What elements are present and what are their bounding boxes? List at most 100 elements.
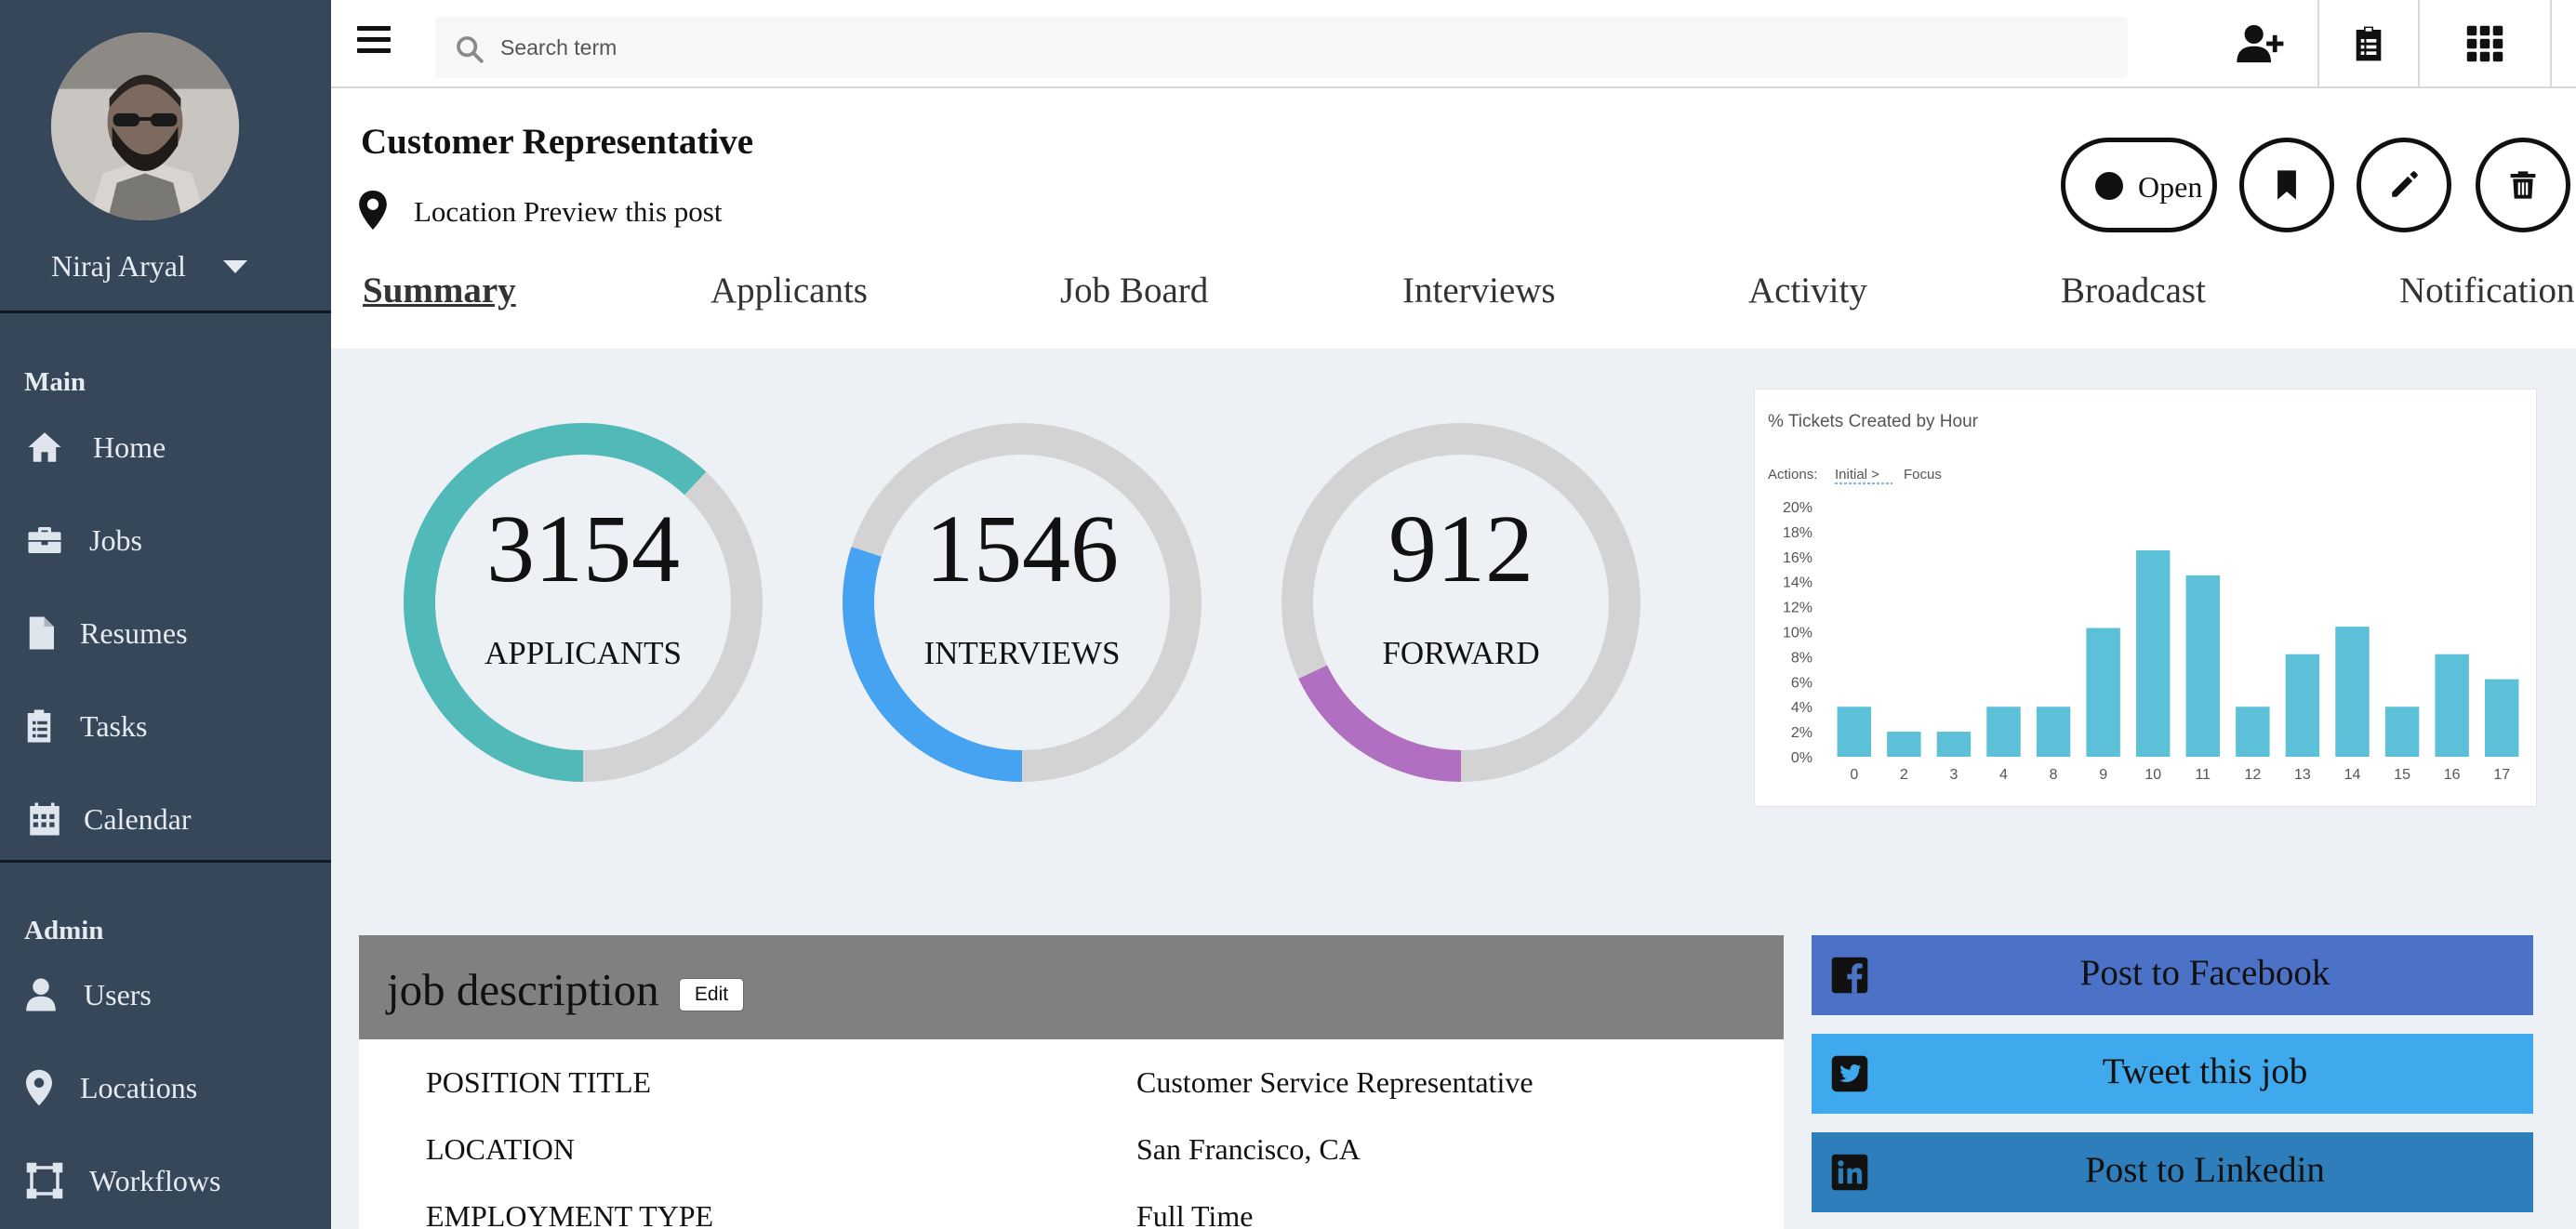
tab-broadcast[interactable]: Broadcast — [2061, 270, 2206, 311]
clipboard-icon — [2356, 26, 2382, 60]
stat-value: 3154 — [486, 496, 680, 602]
y-tick-label: 2% — [1791, 725, 1812, 741]
chart-bar[interactable] — [2236, 707, 2270, 757]
chart-bar[interactable] — [2285, 654, 2320, 757]
chevron-down-icon[interactable] — [223, 260, 247, 273]
status-label: Open — [2138, 170, 2203, 204]
chart-bar[interactable] — [2185, 575, 2220, 757]
stat-interviews: 1546 INTERVIEWS — [843, 423, 1202, 782]
chart-bar[interactable] — [2136, 550, 2171, 757]
stat-label: INTERVIEWS — [923, 635, 1121, 671]
detail-key: POSITION TITLE — [426, 1065, 652, 1099]
sidebar-item-label: Jobs — [89, 522, 142, 557]
y-tick-label: 14% — [1783, 575, 1812, 591]
add-user-icon — [2237, 24, 2284, 62]
job-description-title: job description — [387, 964, 659, 1015]
user-name[interactable]: Niraj Aryal — [51, 249, 186, 284]
trash-icon — [2510, 171, 2536, 199]
detail-key: LOCATION — [426, 1132, 575, 1166]
share-label: Tweet this job — [2102, 1051, 2308, 1091]
chart-bar[interactable] — [1887, 732, 1921, 757]
chart-bar[interactable] — [1837, 707, 1871, 757]
file-icon — [20, 613, 61, 654]
search-box[interactable] — [435, 17, 2128, 78]
sidebar-item-label: Home — [93, 429, 166, 464]
chart-bar[interactable] — [2384, 707, 2420, 757]
sidebar-item-workflows[interactable]: Workflows — [0, 1148, 331, 1213]
x-tick-label: 8 — [2050, 767, 2058, 783]
x-tick-label: 3 — [1949, 767, 1958, 783]
y-tick-label: 10% — [1783, 626, 1812, 641]
search-input[interactable] — [500, 28, 2081, 67]
stat-label: FORWARD — [1382, 635, 1540, 671]
clipboard-button[interactable] — [2319, 0, 2418, 86]
status-open-button[interactable]: Open — [2061, 138, 2217, 232]
sidebar-item-home[interactable]: Home — [0, 415, 331, 480]
chart-bar[interactable] — [2086, 628, 2120, 757]
chart-action-focus[interactable]: Focus — [1904, 467, 1942, 482]
sidebar-item-tasks[interactable]: Tasks — [0, 694, 331, 759]
sidebar-item-label: Resumes — [80, 615, 188, 650]
linkedin-icon — [1831, 1154, 1868, 1191]
stat-label: APPLICANTS — [485, 635, 682, 671]
page-title: Customer Representative — [361, 122, 754, 162]
chart-bar[interactable] — [1936, 732, 1972, 757]
post-to-facebook-button[interactable]: Post to Facebook — [1812, 935, 2533, 1015]
edit-button[interactable] — [2357, 138, 2451, 232]
bookmark-button[interactable] — [2239, 138, 2334, 232]
chart-action-initial[interactable]: Initial > — [1835, 467, 1879, 482]
tab-job-board[interactable]: Job Board — [1060, 270, 1208, 311]
job-description-card: job description Edit POSITION TITLE Cust… — [359, 935, 1784, 1229]
apps-grid-icon — [2466, 25, 2503, 61]
job-detail-row: EMPLOYMENT TYPE Full Time — [359, 1199, 1784, 1229]
sidebar-item-users[interactable]: Users — [0, 962, 331, 1027]
location-preview-link[interactable]: Location Preview this post — [414, 195, 722, 229]
stat-applicants: 3154 APPLICANTS — [404, 423, 763, 782]
tab-notification[interactable]: Notification — [2399, 270, 2574, 311]
apps-button[interactable] — [2420, 0, 2550, 86]
add-user-button[interactable] — [2219, 0, 2303, 86]
avatar-photo — [51, 33, 239, 220]
briefcase-icon — [24, 520, 65, 561]
detail-value: Customer Service Representative — [1136, 1065, 1534, 1099]
chart-title: % Tickets Created by Hour — [1768, 412, 1979, 431]
tab-summary[interactable]: Summary — [363, 270, 516, 311]
detail-value: Full Time — [1136, 1199, 1254, 1229]
detail-value: San Francisco, CA — [1136, 1132, 1361, 1166]
sidebar-item-calendar[interactable]: Calendar — [0, 786, 331, 852]
x-tick-label: 2 — [1900, 767, 1908, 783]
sidebar: Niraj Aryal Main Home Jobs Resumes Tasks… — [0, 0, 331, 1229]
menu-icon[interactable] — [357, 26, 391, 56]
edit-description-button[interactable]: Edit — [679, 978, 744, 1011]
sidebar-item-label: Calendar — [84, 801, 192, 836]
x-tick-label: 14 — [2344, 767, 2361, 783]
post-to-linkedin-button[interactable]: Post to Linkedin — [1812, 1132, 2533, 1212]
y-tick-label: 16% — [1783, 550, 1812, 566]
sidebar-item-locations[interactable]: Locations — [0, 1055, 331, 1120]
facebook-icon — [1831, 957, 1868, 994]
top-bar — [331, 0, 2576, 88]
chart-bar[interactable] — [2036, 707, 2071, 757]
x-tick-label: 0 — [1850, 767, 1858, 783]
topbar-divider — [2550, 0, 2552, 86]
tab-applicants[interactable]: Applicants — [710, 270, 868, 311]
x-tick-label: 12 — [2244, 767, 2261, 783]
sidebar-item-label: Tasks — [80, 708, 148, 743]
sidebar-item-label: Workflows — [89, 1163, 221, 1197]
sidebar-item-resumes[interactable]: Resumes — [0, 601, 331, 666]
sidebar-item-label: Locations — [80, 1070, 198, 1104]
chart-bar[interactable] — [2335, 627, 2370, 757]
tab-activity[interactable]: Activity — [1748, 270, 1867, 311]
chart-bar[interactable] — [1986, 707, 2021, 757]
chart-bar[interactable] — [2485, 679, 2519, 757]
delete-button[interactable] — [2476, 138, 2570, 232]
y-tick-label: 6% — [1791, 675, 1812, 691]
avatar[interactable] — [51, 33, 239, 220]
tab-interviews[interactable]: Interviews — [1402, 270, 1556, 311]
sidebar-item-jobs[interactable]: Jobs — [0, 508, 331, 573]
x-tick-label: 11 — [2195, 767, 2211, 783]
tweet-job-button[interactable]: Tweet this job — [1812, 1034, 2533, 1114]
x-tick-label: 10 — [2144, 767, 2161, 783]
y-tick-label: 0% — [1791, 750, 1812, 766]
chart-bar[interactable] — [2435, 654, 2469, 757]
